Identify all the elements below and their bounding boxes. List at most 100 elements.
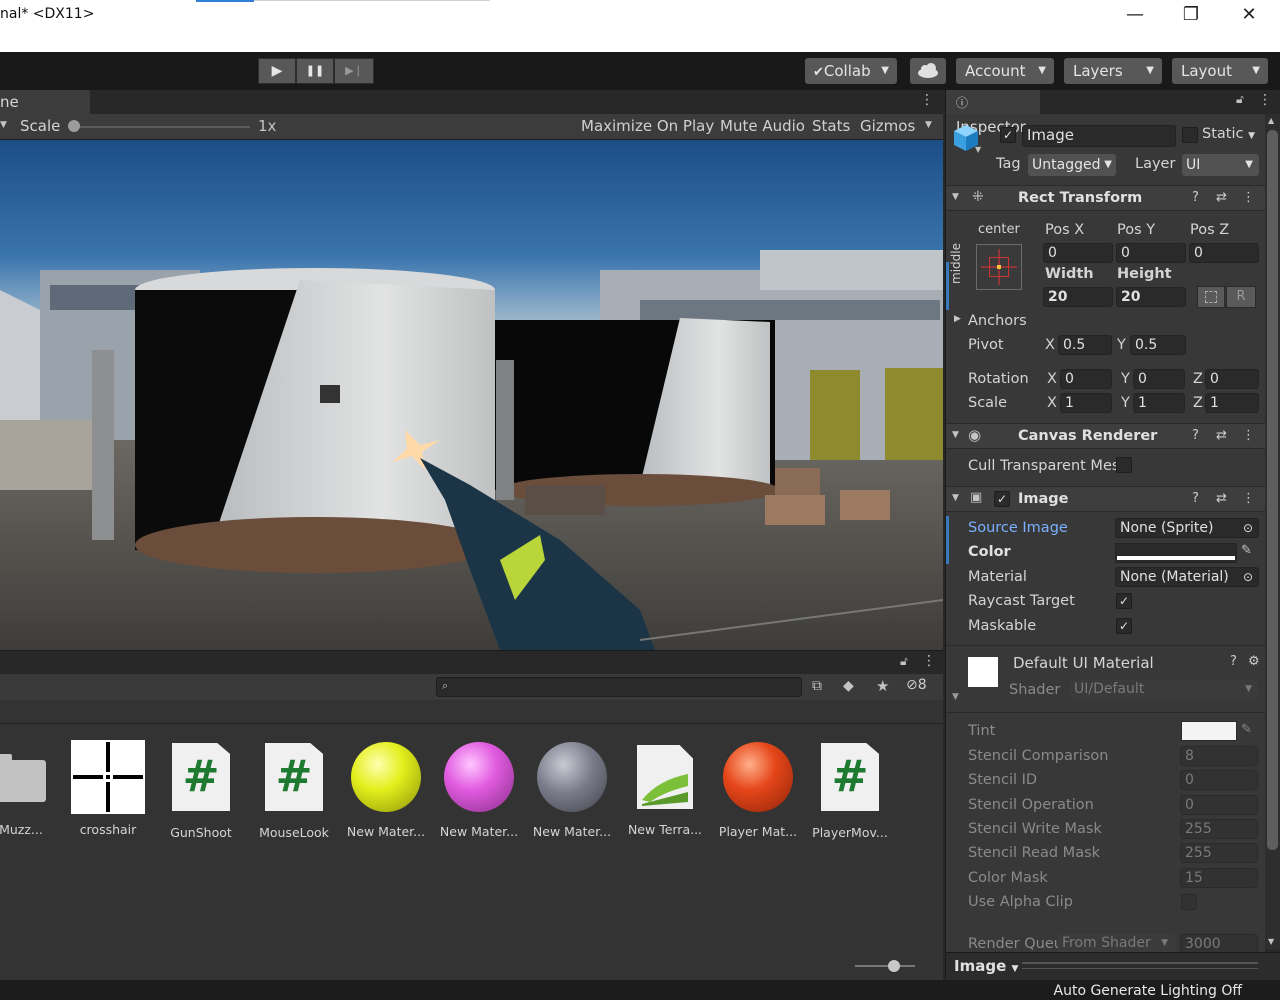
maximize-button[interactable]: ❐ xyxy=(1176,4,1206,28)
asset-tile[interactable]: New Mater... xyxy=(434,740,524,839)
foldout-arrow-icon[interactable]: ▶ xyxy=(954,314,961,324)
kebab-menu-icon[interactable]: ⋮ xyxy=(1242,428,1255,443)
color-field[interactable] xyxy=(1115,543,1237,563)
preview-dropdown[interactable]: Image ▼ xyxy=(954,957,1018,975)
presets-icon[interactable]: ⇄ xyxy=(1216,428,1227,443)
pivot-y-field[interactable]: 0.5 xyxy=(1130,335,1186,355)
kebab-menu-icon[interactable]: ⋮ xyxy=(920,92,934,108)
material-field[interactable]: None (Material) ⊙ xyxy=(1115,567,1259,587)
step-button[interactable]: ▶❘ xyxy=(334,58,374,84)
minimize-button[interactable]: — xyxy=(1120,4,1150,28)
maximize-on-play-toggle[interactable]: Maximize On Play xyxy=(578,114,717,139)
rect-transform-header[interactable]: ▼ ⁜ Rect Transform ? ⇄ ⋮ xyxy=(946,185,1265,211)
asset-tile[interactable]: n Muzz... xyxy=(0,740,60,837)
pause-button[interactable]: ❚❚ xyxy=(296,58,334,84)
tag-dropdown[interactable]: Untagged ▼ xyxy=(1028,154,1116,176)
blueprint-mode-button[interactable] xyxy=(1197,286,1225,308)
gizmos-dropdown-caret-icon[interactable]: ▼ xyxy=(925,120,932,130)
layer-dropdown[interactable]: UI ▼ xyxy=(1182,154,1259,176)
scroll-down-arrow-icon[interactable]: ▼ xyxy=(1268,937,1274,946)
collab-button[interactable]: ✔Collab ▼ xyxy=(805,58,897,84)
help-icon[interactable]: ? xyxy=(1192,428,1199,443)
presets-icon[interactable]: ⇄ xyxy=(1216,190,1227,205)
static-dropdown[interactable]: Static ▼ xyxy=(1202,126,1255,142)
image-enabled-checkbox[interactable]: ✓ xyxy=(994,491,1010,507)
layers-dropdown[interactable]: Layers ▼ xyxy=(1064,58,1162,84)
help-icon[interactable]: ? xyxy=(1192,491,1199,506)
static-checkbox[interactable] xyxy=(1182,127,1198,143)
play-button[interactable]: ▶ xyxy=(258,58,296,84)
display-dropdown-caret-icon[interactable]: ▼ xyxy=(0,120,7,130)
scale-z-field[interactable]: 1 xyxy=(1205,393,1259,413)
gear-icon[interactable]: ⚙ xyxy=(1248,654,1260,669)
asset-tile[interactable]: # GunShoot xyxy=(156,740,246,840)
asset-tile[interactable]: # PlayerMov... xyxy=(805,740,895,840)
active-checkbox[interactable]: ✓ xyxy=(1000,127,1016,143)
object-picker-icon[interactable]: ⊙ xyxy=(1243,568,1253,586)
pos-y-field[interactable]: 0 xyxy=(1116,243,1186,263)
asset-tile[interactable]: crosshair xyxy=(63,740,153,837)
asset-tile[interactable]: Player Mat... xyxy=(713,740,803,839)
kebab-menu-icon[interactable]: ⋮ xyxy=(1242,190,1255,205)
rotation-y-field[interactable]: 0 xyxy=(1133,369,1185,389)
raycast-target-checkbox[interactable]: ✓ xyxy=(1116,593,1132,609)
rotation-x-field[interactable]: 0 xyxy=(1060,369,1112,389)
tab-game[interactable]: ne xyxy=(0,90,90,114)
scroll-up-arrow-icon[interactable]: ▲ xyxy=(1268,116,1274,125)
asset-tile[interactable]: New Mater... xyxy=(527,740,617,839)
lock-icon[interactable]: 🔓︎ xyxy=(900,654,908,669)
preview-drag-handle[interactable] xyxy=(1022,962,1258,964)
help-icon[interactable]: ? xyxy=(1230,654,1237,669)
kebab-menu-icon[interactable]: ⋮ xyxy=(922,653,936,669)
width-field[interactable]: 20 xyxy=(1043,287,1113,307)
object-name-field[interactable]: Image xyxy=(1022,125,1176,147)
gizmos-toggle[interactable]: Gizmos xyxy=(857,114,918,139)
game-viewport[interactable] xyxy=(0,140,943,650)
asset-tile[interactable]: New Mater... xyxy=(341,740,431,839)
canvas-renderer-header[interactable]: ▼ ◉ Canvas Renderer ? ⇄ ⋮ xyxy=(946,423,1265,449)
close-button[interactable]: ✕ xyxy=(1234,4,1264,28)
maskable-checkbox[interactable]: ✓ xyxy=(1116,618,1132,634)
presets-icon[interactable]: ⇄ xyxy=(1216,491,1227,506)
shader-dropdown[interactable]: UI/Default ▼ xyxy=(1070,680,1258,700)
account-dropdown[interactable]: Account ▼ xyxy=(956,58,1054,84)
stats-toggle[interactable]: Stats xyxy=(809,114,853,139)
image-component-header[interactable]: ▼ ▣ ✓ Image ? ⇄ ⋮ xyxy=(946,486,1265,512)
kebab-menu-icon[interactable]: ⋮ xyxy=(1242,491,1255,506)
filter-by-type-icon[interactable]: ⧉ xyxy=(812,678,822,694)
kebab-menu-icon[interactable]: ⋮ xyxy=(1258,92,1272,108)
favorites-star-icon[interactable]: ★ xyxy=(876,677,889,695)
scale-y-field[interactable]: 1 xyxy=(1133,393,1185,413)
hidden-packages-toggle[interactable]: ⊘8 xyxy=(906,677,927,693)
scale-slider-track[interactable] xyxy=(74,126,250,128)
eyedropper-icon[interactable]: ✎ xyxy=(1241,543,1252,558)
layout-dropdown[interactable]: Layout ▼ xyxy=(1172,58,1268,84)
mute-audio-toggle[interactable]: Mute Audio xyxy=(717,114,808,139)
foldout-arrow-icon[interactable]: ▼ xyxy=(952,692,959,702)
project-search-input[interactable]: ⌕ xyxy=(436,677,802,697)
icon-dropdown-caret-icon[interactable]: ▼ xyxy=(975,145,981,154)
asset-tile[interactable]: # MouseLook xyxy=(249,740,339,840)
rotation-z-field[interactable]: 0 xyxy=(1205,369,1259,389)
help-icon[interactable]: ? xyxy=(1192,190,1199,205)
icon-size-slider-handle[interactable] xyxy=(888,960,900,972)
pivot-x-field[interactable]: 0.5 xyxy=(1058,335,1112,355)
tab-inspector[interactable]: ⓘ Inspector xyxy=(946,90,1040,136)
raw-edit-button[interactable]: R xyxy=(1226,286,1256,308)
anchor-presets-button[interactable] xyxy=(976,244,1022,290)
lock-icon[interactable]: 🔓︎ xyxy=(1236,92,1244,107)
source-image-field[interactable]: None (Sprite) ⊙ xyxy=(1115,518,1259,538)
cloud-button[interactable] xyxy=(910,58,946,84)
cull-transparent-checkbox[interactable] xyxy=(1116,457,1132,473)
asset-tile[interactable]: New Terra... xyxy=(620,740,710,837)
scale-x-field[interactable]: 1 xyxy=(1060,393,1112,413)
scale-slider-handle[interactable] xyxy=(68,120,80,132)
filter-by-label-icon[interactable]: ◆ xyxy=(843,678,854,694)
height-field[interactable]: 20 xyxy=(1116,287,1186,307)
pos-x-field[interactable]: 0 xyxy=(1043,243,1113,263)
pos-z-field[interactable]: 0 xyxy=(1189,243,1259,263)
anchors-foldout[interactable]: Anchors xyxy=(968,313,1027,329)
icon-size-slider-track[interactable] xyxy=(855,965,915,967)
inspector-scrollbar-thumb[interactable] xyxy=(1267,130,1278,850)
object-picker-icon[interactable]: ⊙ xyxy=(1243,519,1253,537)
